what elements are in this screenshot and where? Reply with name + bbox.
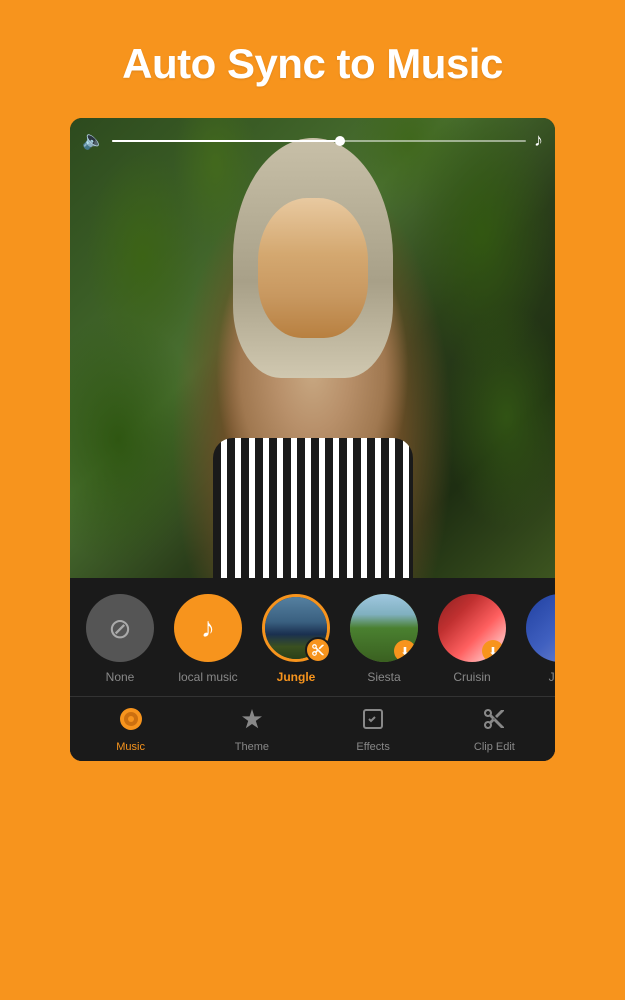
download-icon-cruisin: ⬇ [488,645,497,658]
siesta-circle: ⬇ [350,594,418,662]
jungle-label: Jungle [277,670,316,684]
progress-fill [112,140,339,142]
cruisin-circle: ⬇ [438,594,506,662]
local-music-circle: ♪ [174,594,242,662]
music-option-none[interactable]: ⊘ None [80,594,160,684]
ju-circle [526,594,555,662]
music-options-row: ⊘ None ♪ local music [70,594,555,684]
music-option-siesta[interactable]: ⬇ Siesta [344,594,424,684]
clothing-shape [213,438,413,578]
none-circle: ⊘ [86,594,154,662]
theme-nav-label: Theme [235,741,269,753]
nav-item-music[interactable]: Music [70,697,191,761]
phone-container: 🔈 ♪ ⊘ None [0,118,625,761]
video-area: 🔈 ♪ [70,118,555,578]
scissors-icon [311,643,325,657]
scissors-badge [305,637,331,663]
clip-edit-nav-icon [482,707,506,737]
jungle-circle [262,594,330,662]
none-label: None [106,670,135,684]
nav-item-theme[interactable]: Theme [191,697,312,761]
music-note-playback-icon: ♪ [534,130,543,151]
progress-track[interactable] [112,140,526,142]
download-icon-siesta: ⬇ [400,645,409,658]
cruisin-label: Cruisin [453,670,490,684]
none-icon: ⊘ [108,612,131,645]
theme-nav-icon [240,707,264,737]
ju-label: Ju... [549,670,555,684]
siesta-download-badge: ⬇ [394,640,416,662]
siesta-label: Siesta [367,670,400,684]
page-title: Auto Sync to Music [60,40,565,88]
nav-item-clip-edit[interactable]: Clip Edit [434,697,555,761]
bottom-nav: Music Theme [70,696,555,761]
music-option-cruisin[interactable]: ⬇ Cruisin [432,594,512,684]
music-nav-icon [119,707,143,737]
nav-item-effects[interactable]: Effects [313,697,434,761]
music-nav-label: Music [116,741,145,753]
face-shape [258,198,368,338]
music-option-ju[interactable]: Ju... [520,594,555,684]
progress-thumb [335,136,345,146]
cruisin-download-badge: ⬇ [482,640,504,662]
volume-icon: 🔈 [82,130,104,151]
bottom-panel: ⊘ None ♪ local music [70,578,555,761]
clip-edit-nav-label: Clip Edit [474,741,515,753]
local-music-label: local music [178,670,237,684]
header-section: Auto Sync to Music [0,0,625,118]
music-option-jungle[interactable]: Jungle [256,594,336,684]
effects-nav-icon [361,707,385,737]
playback-bar: 🔈 ♪ [82,130,543,151]
effects-nav-label: Effects [356,741,389,753]
music-option-local[interactable]: ♪ local music [168,594,248,684]
local-music-icon: ♪ [201,612,215,644]
phone-screen: 🔈 ♪ ⊘ None [70,118,555,761]
